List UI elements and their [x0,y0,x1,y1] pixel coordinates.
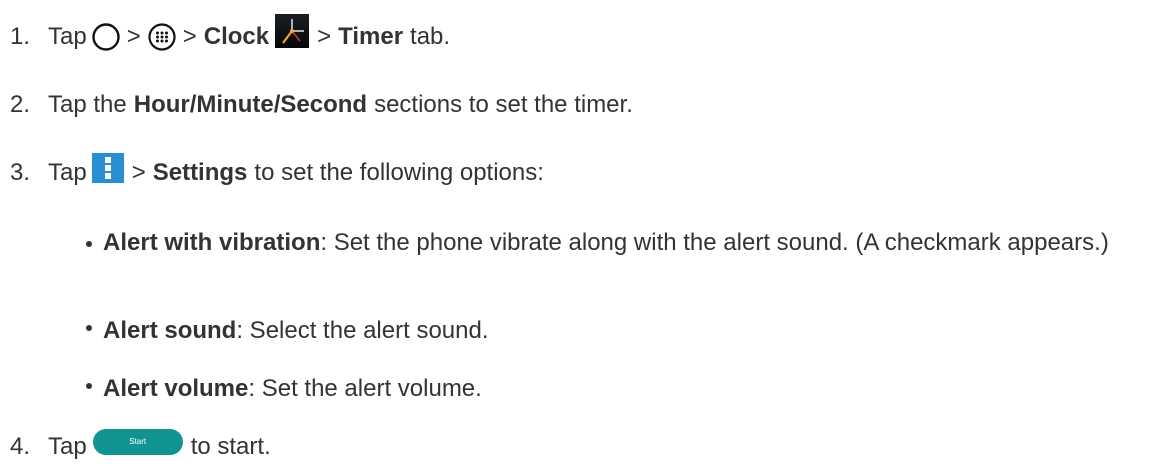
clock-label: Clock [203,23,270,50]
step-4: 4. Tap Start to start. [10,429,271,462]
start-button[interactable]: Start [92,429,183,455]
separator: > [131,159,146,186]
bullet-icon [86,241,92,247]
option-description: : Set the alert volume. [248,375,482,402]
bullet-icon [86,383,92,389]
separator: > [182,23,197,50]
step-1: 1. Tap > > Clock > Timer tab. [10,14,451,54]
hour-minute-second-label: Hour/Minute/Second [133,91,368,118]
step-text: Tap [48,23,87,50]
separator: > [126,23,141,50]
list-item: Alert volume : Set the alert volume. [86,374,482,404]
list-item: Alert sound : Select the alert sound. [86,316,489,346]
step-3: 3. Tap > Settings to set the following o… [10,153,544,188]
step-text: Tap [48,159,87,186]
option-description: : Set the phone vibrate along with the a… [320,229,1109,256]
step-text: tab. [410,23,451,50]
apps-grid-icon [147,22,177,52]
step-text: to start. [190,433,271,460]
step-text: to set the following options: [254,159,544,186]
option-term: Alert with vibration [103,229,321,256]
option-term: Alert volume [103,375,249,402]
option-description: : Select the alert sound. [236,317,489,344]
settings-label: Settings [152,159,248,186]
option-term: Alert sound [103,317,237,344]
step-text: sections to set the timer. [374,91,633,118]
step-text: Tap [48,433,87,460]
step-2: 2. Tap the Hour/Minute/Second sections t… [10,90,633,120]
timer-label: Timer [338,23,404,50]
step-number: 3. [10,159,31,186]
bullet-icon [86,325,92,331]
step-text: Tap the [48,91,127,118]
home-circle-icon [91,22,121,52]
list-item: Alert with vibration: Set the phone vibr… [86,225,1146,260]
more-options-icon [91,153,124,183]
step-number: 4. [10,433,31,460]
step-number: 2. [10,91,31,118]
separator: > [317,23,332,50]
clock-app-icon [275,14,310,48]
step-number: 1. [10,23,31,50]
